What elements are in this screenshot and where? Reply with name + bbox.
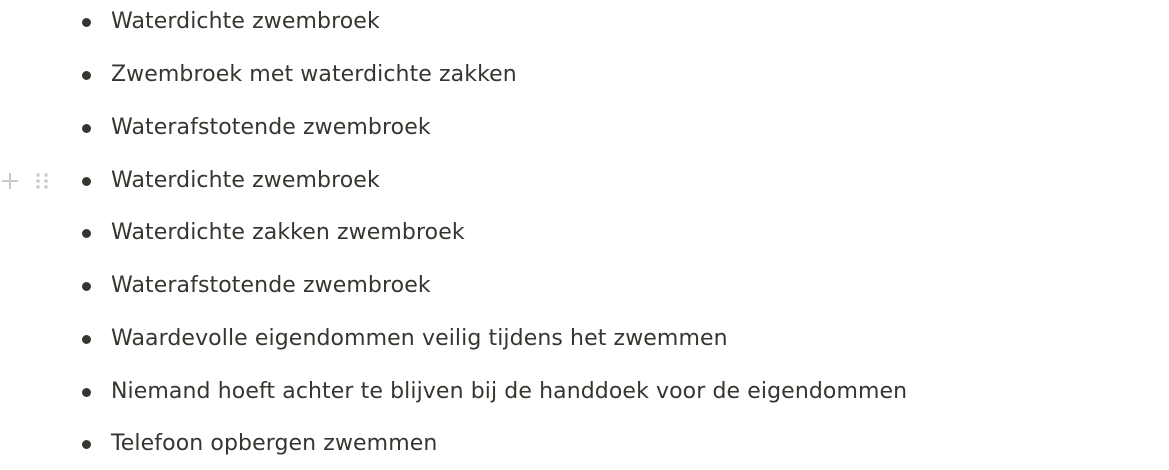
list-item-text[interactable]: Waardevolle eigendommen veilig tijdens h…	[111, 326, 728, 352]
block-handles	[0, 161, 60, 201]
list-item[interactable]: Waterdichte zakken zwembroek	[0, 213, 1169, 253]
bullet-dot-icon	[82, 282, 91, 291]
bullet-dot-icon	[82, 18, 91, 27]
list-item-text[interactable]: Waterdichte zwembroek	[111, 168, 380, 194]
list-item[interactable]: Waterdichte zwembroek	[0, 2, 1169, 42]
bullet-dot-icon	[82, 388, 91, 397]
list-item[interactable]: Niemand hoeft achter te blijven bij de h…	[0, 372, 1169, 412]
bullet-dot-icon	[82, 177, 91, 186]
list-item-text[interactable]: Zwembroek met waterdichte zakken	[111, 62, 517, 88]
list-item[interactable]: Waardevolle eigendommen veilig tijdens h…	[0, 319, 1169, 359]
list-item-text[interactable]: Waterafstotende zwembroek	[111, 273, 431, 299]
list-item[interactable]: Waterafstotende zwembroek	[0, 108, 1169, 148]
list-item[interactable]: Zwembroek met waterdichte zakken	[0, 55, 1169, 95]
list-item-text[interactable]: Waterdichte zwembroek	[111, 9, 380, 35]
list-item-text[interactable]: Waterafstotende zwembroek	[111, 115, 431, 141]
list-item[interactable]: Waterafstotende zwembroek	[0, 266, 1169, 306]
list-item-text[interactable]: Niemand hoeft achter te blijven bij de h…	[111, 379, 907, 405]
bullet-dot-icon	[82, 440, 91, 449]
bullet-dot-icon	[82, 335, 91, 344]
bullet-dot-icon	[82, 124, 91, 133]
list-item[interactable]: Telefoon opbergen zwemmen	[0, 424, 1169, 464]
list-item-hovered[interactable]: Waterdichte zwembroek	[0, 161, 1169, 201]
list-item-text[interactable]: Waterdichte zakken zwembroek	[111, 220, 465, 246]
bullet-dot-icon	[82, 229, 91, 238]
plus-icon[interactable]	[1, 172, 19, 190]
list-item-text[interactable]: Telefoon opbergen zwemmen	[111, 431, 437, 457]
drag-handle-icon[interactable]	[34, 171, 50, 191]
bullet-dot-icon	[82, 71, 91, 80]
